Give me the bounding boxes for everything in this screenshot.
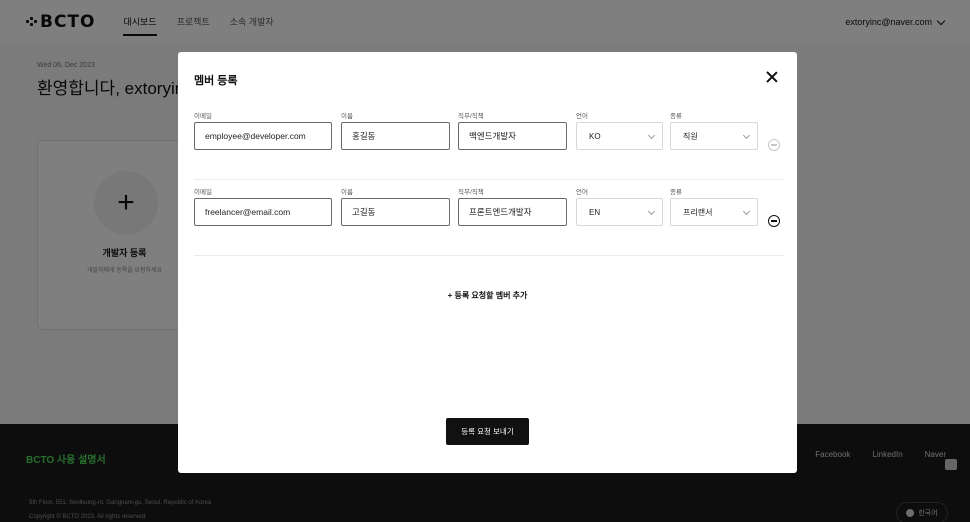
member-row: 이메일 employee@developer.com 이름 홍길동 직무/직책 … [194, 104, 784, 180]
close-icon[interactable] [766, 71, 778, 83]
type-select[interactable]: 직원 [670, 122, 758, 150]
add-member-button[interactable]: + 등록 요청할 멤버 추가 [178, 290, 797, 301]
email-label: 이메일 [194, 189, 212, 196]
language-select[interactable]: KO [576, 122, 663, 150]
type-label: 종류 [670, 189, 682, 196]
name-label: 이름 [341, 113, 353, 120]
send-request-button[interactable]: 등록 요청 보내기 [446, 418, 529, 445]
email-field[interactable]: freelancer@email.com [194, 198, 332, 226]
chevron-down-icon [742, 207, 751, 216]
type-value: 프리랜서 [683, 207, 713, 217]
language-select[interactable]: EN [576, 198, 663, 226]
type-label: 종류 [670, 113, 682, 120]
role-field[interactable]: 백엔드개발자 [458, 122, 567, 150]
language-label: 언어 [576, 189, 588, 196]
role-label: 직무/직책 [458, 189, 484, 196]
type-select[interactable]: 프리랜서 [670, 198, 758, 226]
member-row: 이메일 freelancer@email.com 이름 고길동 직무/직책 프론… [194, 180, 784, 256]
type-value: 직원 [683, 131, 698, 141]
role-label: 직무/직책 [458, 113, 484, 120]
name-field[interactable]: 고길동 [341, 198, 450, 226]
chevron-down-icon [647, 131, 656, 140]
language-value: EN [589, 207, 601, 217]
language-label: 언어 [576, 113, 588, 120]
modal-title: 멤버 등록 [194, 75, 238, 87]
email-label: 이메일 [194, 113, 212, 120]
name-field[interactable]: 홍길동 [341, 122, 450, 150]
language-value: KO [589, 131, 601, 141]
remove-row-icon[interactable] [768, 139, 780, 151]
email-field[interactable]: employee@developer.com [194, 122, 332, 150]
role-field[interactable]: 프론트엔드개발자 [458, 198, 567, 226]
member-register-modal: 멤버 등록 이메일 employee@developer.com 이름 홍길동 … [178, 52, 797, 473]
remove-row-icon[interactable] [768, 215, 780, 227]
chevron-down-icon [647, 207, 656, 216]
name-label: 이름 [341, 189, 353, 196]
chevron-down-icon [742, 131, 751, 140]
